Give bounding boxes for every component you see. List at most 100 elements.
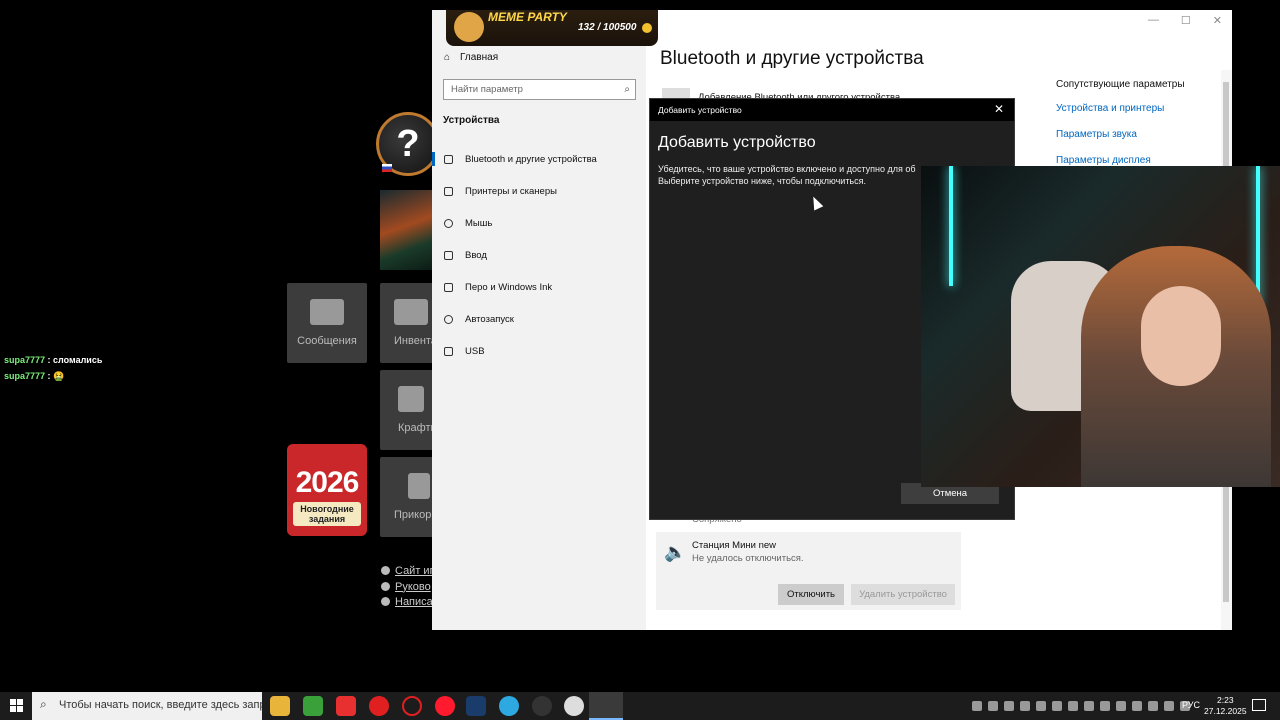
windows-start-icon[interactable]: [10, 699, 24, 713]
devices-printers-link[interactable]: Устройства и принтеры: [1056, 96, 1185, 122]
sidebar-item-printers[interactable]: Принтеры и сканеры: [432, 176, 646, 206]
chat-username: supa7777: [4, 371, 46, 381]
maximize-button[interactable]: ☐: [1181, 14, 1191, 27]
tray-icon[interactable]: [1116, 701, 1126, 711]
neon-light: [1256, 166, 1260, 306]
dialog-heading: Добавить устройство: [658, 134, 816, 151]
yandex-browser-icon[interactable]: [369, 696, 389, 716]
notifications-icon[interactable]: [1252, 699, 1266, 711]
taskbar-search-input[interactable]: ⌕ Чтобы начать поиск, введите здесь запр…: [32, 692, 262, 720]
inventory-tile[interactable]: Инвента: [380, 283, 437, 363]
window-controls: — ☐ ✕: [1148, 14, 1222, 27]
tray-icon[interactable]: [972, 701, 982, 711]
messages-label: Сообщения: [297, 335, 357, 347]
dialog-line1: Убедитесь, что ваше устройство включено …: [658, 164, 916, 174]
tray-icon[interactable]: [1148, 701, 1158, 711]
section-heading: Устройства: [443, 115, 500, 126]
tray-icon[interactable]: [1020, 701, 1030, 711]
tray-icon[interactable]: [1164, 701, 1174, 711]
gift-label-line1: Новогодние: [300, 504, 354, 514]
craft-tile[interactable]: Крафти: [380, 370, 437, 450]
gift-year: 2026: [295, 466, 360, 499]
tray-icon[interactable]: [1052, 701, 1062, 711]
briefcase-icon: [394, 299, 428, 325]
chat-message: supa7777 : 🤮: [4, 368, 102, 384]
bluetooth-device-icon: [444, 154, 453, 164]
sidebar-item-label: Перо и Windows Ink: [465, 281, 553, 293]
sidebar-item-autoplay[interactable]: Автозапуск: [432, 304, 646, 334]
fish-thumbnail[interactable]: [380, 190, 436, 270]
bait-tile[interactable]: Прикорм: [380, 457, 439, 537]
opera-gx-icon[interactable]: [402, 696, 422, 716]
game-icon[interactable]: [564, 696, 584, 716]
sidebar-item-bluetooth[interactable]: Bluetooth и другие устройства: [432, 144, 646, 174]
device-card[interactable]: 🔈 Станция Мини new Не удалось отключитьс…: [656, 532, 961, 610]
dialog-close-button[interactable]: ✕: [994, 102, 1004, 116]
messages-tile[interactable]: Сообщения: [287, 283, 367, 363]
game-site-text: Сайт иг: [395, 565, 434, 577]
page-title: Bluetooth и другие устройства: [660, 48, 924, 69]
envelope-icon: [310, 299, 344, 325]
tray-icon[interactable]: [1100, 701, 1110, 711]
sidebar-item-pen[interactable]: Перо и Windows Ink: [432, 272, 646, 302]
minimize-button[interactable]: —: [1148, 14, 1159, 27]
game-guide-link[interactable]: Руково: [381, 580, 438, 596]
link-icon: [381, 566, 390, 575]
tray-icon[interactable]: [988, 701, 998, 711]
sidebar-item-typing[interactable]: Ввод: [432, 240, 646, 270]
taskbar: ⌕ Чтобы начать поиск, введите здесь запр…: [0, 692, 1280, 720]
language-indicator[interactable]: РУС: [1182, 700, 1200, 710]
tray-icon[interactable]: [1036, 701, 1046, 711]
meme-title: MEME PARTY: [488, 10, 567, 24]
game-write-link[interactable]: Написат: [381, 595, 438, 611]
device-name: Станция Мини new: [692, 540, 777, 551]
game-guide-text: Руково: [395, 580, 431, 593]
link-icon: [381, 581, 390, 591]
disconnect-button[interactable]: Отключить: [778, 584, 844, 605]
usb-icon: [444, 346, 453, 356]
sidebar-item-label: Ввод: [465, 249, 487, 261]
home-link[interactable]: ⌂ Главная: [444, 52, 498, 63]
telegram-icon[interactable]: [499, 696, 519, 716]
sound-settings-link[interactable]: Параметры звука: [1056, 122, 1185, 148]
chat-username: supa7777: [4, 355, 46, 365]
dialog-line2: Выберите устройство ниже, чтобы подключи…: [658, 176, 866, 186]
sidebar-item-label: Принтеры и сканеры: [465, 185, 557, 197]
system-tray: [972, 701, 1190, 711]
remove-device-button[interactable]: Удалить устройство: [851, 584, 955, 605]
game-links: Сайт иг Руково Написат: [381, 564, 438, 611]
taskbar-search-placeholder: Чтобы начать поиск, введите здесь запрос: [59, 699, 262, 711]
chat-text: : сломались: [47, 355, 103, 365]
file-explorer-icon[interactable]: [270, 696, 290, 716]
inventory-label: Инвента: [394, 335, 437, 347]
tray-icon[interactable]: [1004, 701, 1014, 711]
close-button[interactable]: ✕: [1213, 14, 1222, 27]
settings-sidebar: ⌂ Главная Найти параметр ⌕ Устройства Bl…: [432, 10, 658, 630]
clock[interactable]: 2:23 27.12.2025: [1204, 695, 1247, 717]
opera-icon[interactable]: [435, 696, 455, 716]
tray-icon[interactable]: [1084, 701, 1094, 711]
dialog-title: Добавить устройство: [658, 105, 742, 115]
tray-icon[interactable]: [1068, 701, 1078, 711]
steam-icon[interactable]: [466, 696, 486, 716]
search-placeholder: Найти параметр: [451, 84, 523, 95]
search-icon: ⌕: [40, 697, 47, 711]
sidebar-item-mouse[interactable]: Мышь: [432, 208, 646, 238]
sidebar-item-usb[interactable]: USB: [432, 336, 646, 366]
meme-score: 132 / 100500: [578, 22, 637, 33]
obs-icon[interactable]: [532, 696, 552, 716]
new-year-quests-button[interactable]: 2026 Новогодние задания: [287, 444, 367, 536]
tray-icon[interactable]: [1132, 701, 1142, 711]
gift-label-line2: задания: [308, 514, 346, 524]
settings-search-input[interactable]: Найти параметр ⌕: [443, 79, 636, 100]
store-icon[interactable]: [303, 696, 323, 716]
coin-icon: [642, 23, 652, 33]
printer-icon: [444, 186, 453, 196]
speaker-icon: 🔈: [664, 542, 687, 562]
settings-app-icon[interactable]: [589, 692, 623, 720]
gift-label: Новогодние задания: [293, 502, 361, 526]
link-icon: [381, 597, 390, 606]
yandex-icon[interactable]: [336, 696, 356, 716]
craft-label: Крафти: [398, 422, 437, 434]
game-site-link[interactable]: Сайт иг: [381, 564, 438, 580]
